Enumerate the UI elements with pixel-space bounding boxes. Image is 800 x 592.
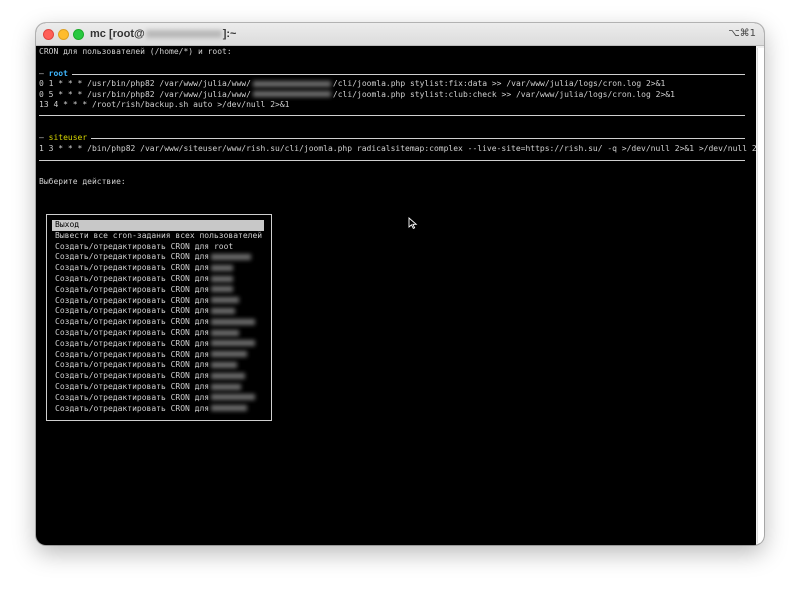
menu-item[interactable]: Создать/отредактировать CRON для root [52,242,264,253]
window-shortcut: ⌥⌘1 [728,28,756,39]
cron-line: 0 1 * * * /usr/bin/php82 /var/www/julia/… [39,79,666,88]
menu-item[interactable]: Создать/отредактировать CRON для [52,328,264,339]
redacted-username [211,253,252,260]
redacted-username [211,297,240,304]
redacted-username [211,318,256,325]
window-title: mc [root@ ]:~ [90,28,236,40]
menu-item[interactable]: Создать/отредактировать CRON для [52,306,264,317]
menu-item[interactable]: Создать/отредактировать CRON для [52,360,264,371]
redacted-username [211,405,248,412]
redacted-username [211,307,236,314]
cron-line: 13 4 * * * /root/rish/backup.sh auto >/d… [39,100,290,109]
cron-line: 1 3 * * * /bin/php82 /var/www/siteuser/w… [39,144,764,153]
section-divider [39,115,745,116]
redacted-username [211,275,234,282]
menu-item[interactable]: Создать/отредактировать CRON для [52,285,264,296]
cron-header: CRON для пользователей (/home/*) и root: [39,47,232,56]
redacted-username [211,351,248,358]
section-divider-top [39,74,745,75]
zoom-button[interactable] [73,29,84,40]
menu-item[interactable]: Создать/отредактировать CRON для [52,371,264,382]
menu-item[interactable]: Создать/отредактировать CRON для [52,393,264,404]
redacted-username [211,372,246,379]
section-label-root: — root [39,69,72,79]
redacted-username [211,340,256,347]
section-label-siteuser: — siteuser [39,133,92,143]
close-button[interactable] [43,29,54,40]
hostname-redaction [145,30,222,39]
menu-item[interactable]: Создать/отредактировать CRON для [52,317,264,328]
section-divider [39,160,745,161]
redacted-username [211,383,242,390]
window-title-suffix: ]:~ [222,28,237,40]
menu-item[interactable]: Выход [52,220,264,231]
minimize-button[interactable] [58,29,69,40]
cron-line: 0 5 * * * /usr/bin/php82 /var/www/julia/… [39,89,675,99]
menu-item[interactable]: Создать/отредактировать CRON для [52,263,264,274]
terminal-window: mc [root@ ]:~ ⌥⌘1 CRON для пользователей … [36,23,764,545]
menu-item[interactable]: Создать/отредактировать CRON для [52,404,264,415]
menu-item[interactable]: Создать/отредактировать CRON для [52,339,264,350]
redacted-text [252,80,331,87]
redacted-username [211,329,240,336]
title-bar[interactable]: mc [root@ ]:~ ⌥⌘1 [36,23,764,46]
scrollbar[interactable] [756,46,764,545]
menu-item[interactable]: Создать/отредактировать CRON для [52,296,264,307]
redacted-username [211,264,234,271]
mouse-pointer-icon [408,217,418,229]
menu-item[interactable]: Создать/отредактировать CRON для [52,252,264,263]
scrollbar-thumb[interactable] [757,48,764,543]
window-title-prefix: mc [root@ [90,28,145,40]
redacted-username [211,361,238,368]
section-divider [39,138,745,139]
menu-item[interactable]: Создать/отредактировать CRON для [52,350,264,361]
redacted-text [252,91,331,97]
redacted-username [211,286,234,293]
redacted-username [211,394,256,401]
terminal-content: CRON для пользователей (/home/*) и root:… [36,46,764,545]
menu-item[interactable]: Создать/отредактировать CRON для [52,382,264,393]
prompt-text: Выберите действие: [39,177,126,186]
action-menu: Выход Вывести все cron-задания всех польз… [46,214,272,421]
menu-item[interactable]: Создать/отредактировать CRON для [52,274,264,285]
menu-item[interactable]: Вывести все cron-задания всех пользовате… [52,231,264,242]
